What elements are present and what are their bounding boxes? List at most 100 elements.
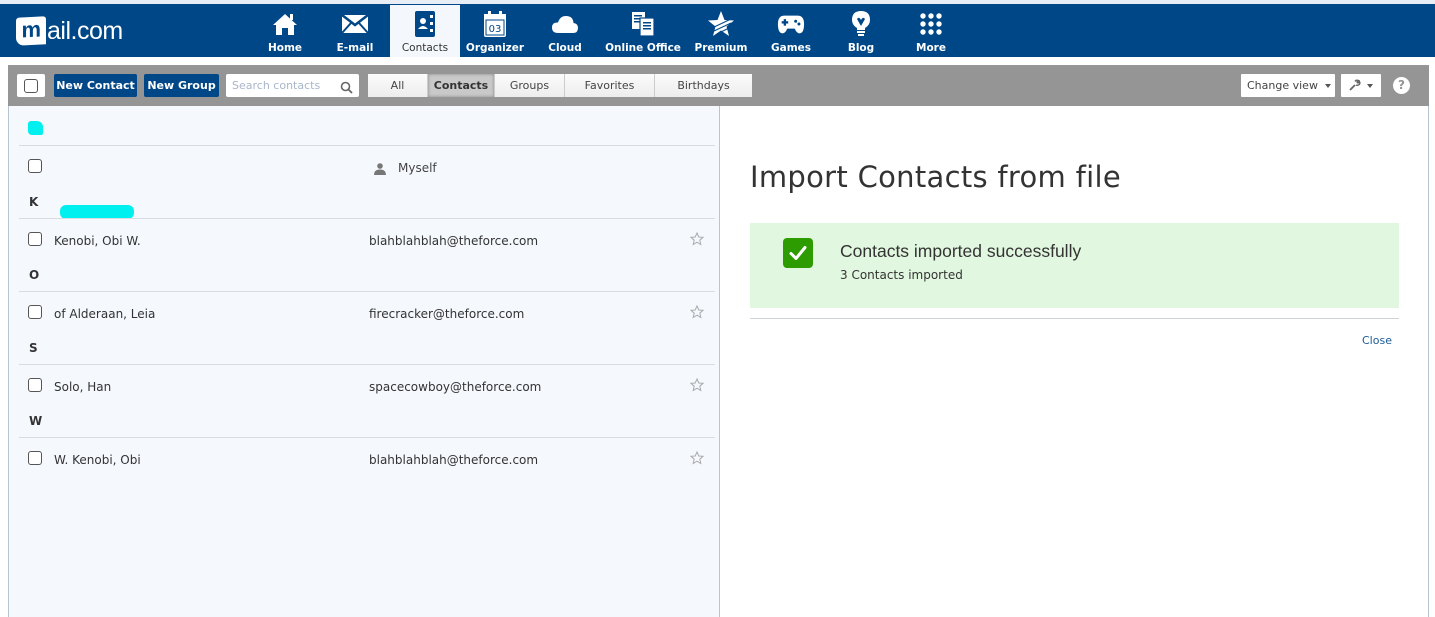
contact-email: firecracker@theforce.com — [369, 307, 525, 321]
list-item[interactable]: of Alderaan, Leia firecracker@theforce.c… — [19, 293, 715, 326]
group-header: O — [19, 252, 715, 292]
cloud-icon — [551, 10, 579, 38]
redacted-letter — [28, 121, 43, 135]
list-item-self[interactable]: Myself — [19, 147, 715, 219]
list-item[interactable]: W. Kenobi, Obi blahblahblah@theforce.com — [19, 439, 715, 472]
top-navigation-bar: m ail.com Home E-mail Contacts 03 Organiz… — [0, 0, 1435, 57]
address-book-icon — [411, 10, 439, 38]
filter-tabs: All Contacts Groups Favorites Birthdays — [368, 74, 752, 97]
tab-groups[interactable]: Groups — [495, 74, 565, 97]
nav-contacts[interactable]: Contacts — [390, 5, 460, 57]
search-box — [226, 74, 359, 97]
success-message: Contacts imported successfully — [840, 241, 1082, 261]
nav-contacts-label: Contacts — [401, 42, 449, 54]
star-icon — [707, 10, 735, 38]
nav-games-label: Games — [770, 42, 812, 54]
logo-m: m — [16, 16, 46, 46]
tab-contacts[interactable]: Contacts — [428, 74, 495, 97]
new-contact-button[interactable]: New Contact — [54, 74, 137, 97]
favorite-star-icon[interactable] — [689, 377, 705, 396]
contact-email: spacecowboy@theforce.com — [369, 380, 542, 394]
group-header: S — [19, 325, 715, 365]
contact-name: Kenobi, Obi W. — [54, 234, 141, 248]
lightbulb-icon — [847, 10, 875, 38]
group-header-self — [19, 106, 715, 146]
nav-organizer-label: Organizer — [465, 42, 525, 54]
nav-email[interactable]: E-mail — [320, 5, 390, 57]
tab-all[interactable]: All — [368, 74, 428, 97]
contact-name: of Alderaan, Leia — [54, 307, 156, 321]
logo-text: ail.com — [47, 16, 123, 45]
nav-blog[interactable]: Blog — [826, 5, 896, 57]
row-checkbox[interactable] — [28, 378, 42, 392]
new-group-button[interactable]: New Group — [144, 74, 219, 97]
home-icon — [271, 10, 299, 38]
list-item[interactable]: Solo, Han spacecowboy@theforce.com — [19, 366, 715, 399]
group-header: K — [19, 179, 715, 219]
group-letter: W — [29, 414, 43, 428]
group-letter: S — [29, 341, 38, 355]
chevron-down-icon — [1367, 83, 1373, 88]
gamepad-icon — [777, 10, 805, 38]
wrench-icon — [1349, 76, 1361, 95]
nav-premium-label: Premium — [694, 42, 748, 54]
search-icon[interactable] — [340, 79, 353, 98]
row-checkbox[interactable] — [28, 451, 42, 465]
favorite-star-icon[interactable] — [689, 450, 705, 469]
page-title: Import Contacts from file — [750, 160, 1121, 194]
change-view-label: Change view — [1247, 79, 1318, 92]
contacts-toolbar: New Contact New Group All Contacts Group… — [8, 65, 1429, 106]
group-letter: K — [29, 195, 39, 209]
documents-icon — [629, 10, 657, 38]
nav-organizer[interactable]: 03 Organizer — [460, 5, 530, 57]
person-icon — [373, 160, 387, 179]
nav-more[interactable]: More — [896, 5, 966, 57]
main-nav: Home E-mail Contacts 03 Organizer Cloud — [250, 5, 966, 57]
list-item[interactable]: Kenobi, Obi W. blahblahblah@theforce.com — [19, 220, 715, 253]
tab-birthdays[interactable]: Birthdays — [655, 74, 752, 97]
nav-more-label: More — [916, 42, 946, 54]
settings-dropdown[interactable] — [1341, 74, 1381, 97]
chevron-down-icon — [1325, 84, 1332, 88]
nav-blog-label: Blog — [847, 42, 875, 54]
divider — [750, 318, 1399, 319]
contact-email: blahblahblah@theforce.com — [369, 453, 539, 467]
nav-online-office-label: Online Office — [605, 42, 681, 54]
search-input[interactable] — [232, 75, 342, 96]
close-link[interactable]: Close — [1362, 334, 1392, 347]
myself-tag: Myself — [398, 161, 437, 175]
nav-email-label: E-mail — [336, 42, 374, 54]
change-view-dropdown[interactable]: Change view — [1241, 74, 1335, 97]
success-notice: Contacts imported successfully 3 Contact… — [750, 223, 1399, 308]
import-count: 3 Contacts imported — [840, 268, 963, 282]
favorite-star-icon[interactable] — [689, 304, 705, 323]
select-all-checkbox[interactable] — [17, 74, 45, 97]
nav-games[interactable]: Games — [756, 5, 826, 57]
envelope-icon — [341, 10, 369, 38]
import-detail-pane: Import Contacts from file Contacts impor… — [720, 106, 1429, 617]
contact-name: W. Kenobi, Obi — [54, 453, 141, 467]
row-checkbox[interactable] — [28, 159, 42, 173]
mailcom-logo[interactable]: m ail.com — [16, 14, 123, 48]
nav-online-office[interactable]: Online Office — [600, 5, 686, 57]
nav-home[interactable]: Home — [250, 5, 320, 57]
group-letter: O — [29, 268, 40, 282]
contact-name: Solo, Han — [54, 380, 112, 394]
nav-home-label: Home — [267, 42, 303, 54]
favorite-star-icon[interactable] — [689, 231, 705, 250]
nav-premium[interactable]: Premium — [686, 5, 756, 57]
calendar-day: 03 — [489, 24, 502, 35]
grid-dots-icon — [917, 10, 945, 38]
row-checkbox[interactable] — [28, 232, 42, 246]
contact-email: blahblahblah@theforce.com — [369, 234, 539, 248]
contact-list: Myself K Kenobi, Obi W. blahblahblah@the… — [8, 106, 720, 617]
row-checkbox[interactable] — [28, 305, 42, 319]
nav-cloud[interactable]: Cloud — [530, 5, 600, 57]
tab-favorites[interactable]: Favorites — [565, 74, 655, 97]
nav-cloud-label: Cloud — [548, 42, 582, 54]
group-header: W — [19, 398, 715, 438]
help-button[interactable]: ? — [1393, 77, 1410, 94]
checkbox-box — [24, 78, 38, 93]
calendar-icon: 03 — [481, 10, 509, 38]
checkmark-icon — [783, 238, 813, 268]
